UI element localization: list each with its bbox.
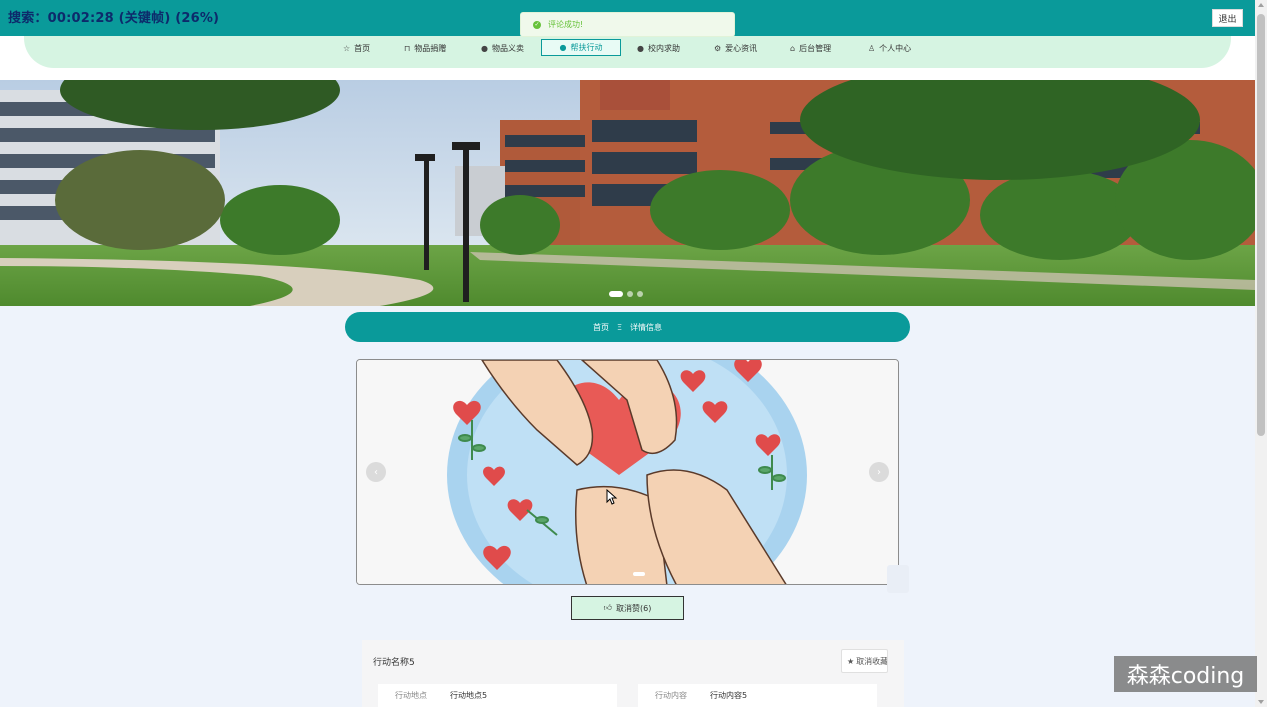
scroll-thumb[interactable] [1257, 14, 1265, 436]
banner-dot[interactable] [637, 291, 643, 297]
field-content: 行动内容 行动内容5 [638, 684, 877, 707]
thumb-up-icon: 👍︎ [603, 603, 613, 612]
star-icon: ★ [847, 656, 855, 666]
recording-title: 搜索：00:02:28 (关键帧) (26%) [8, 11, 220, 26]
charity-hands-image [357, 360, 898, 584]
carousel-next-button[interactable]: › [869, 462, 889, 482]
info-icon: ● [481, 44, 488, 53]
nav-item-home[interactable]: ☆ 首页 [343, 40, 370, 57]
nav-bar: ☆ 首页 ⊓ 物品捐赠 ● 物品义卖 ● 帮扶行动 ● 校内求助 ⚙ 爱心资讯 … [24, 36, 1231, 68]
scroll-up-icon[interactable] [1258, 3, 1264, 7]
mouse-cursor-icon [606, 489, 618, 505]
field-value: 行动内容5 [710, 691, 748, 700]
banner-dot[interactable] [609, 291, 623, 297]
banner-dot[interactable] [627, 291, 633, 297]
field-value: 行动地点5 [450, 691, 488, 700]
action-title: 行动名称5 [373, 658, 415, 668]
nav-item-charity-sale[interactable]: ● 物品义卖 [481, 40, 524, 57]
carousel-indicator[interactable] [633, 572, 645, 576]
user-icon: ♙ [868, 44, 876, 53]
breadcrumb-current: 详情信息 [630, 322, 663, 332]
nav-item-donation[interactable]: ⊓ 物品捐赠 [404, 40, 446, 57]
nav-wrapper: ☆ 首页 ⊓ 物品捐赠 ● 物品义卖 ● 帮扶行动 ● 校内求助 ⚙ 爱心资讯 … [0, 36, 1255, 80]
hero-banner[interactable] [0, 80, 1255, 306]
check-circle-icon: ✓ [533, 20, 541, 29]
nav-item-admin[interactable]: ⌂ 后台管理 [790, 40, 831, 57]
gear-icon: ⚙ [714, 44, 722, 53]
scroll-down-icon[interactable] [1258, 700, 1264, 704]
unfavorite-button[interactable]: ★ 取消收藏 [841, 649, 888, 673]
logout-button[interactable]: 退出 [1212, 9, 1243, 27]
field-label: 行动内容 [655, 691, 687, 700]
bag-icon: ⊓ [404, 44, 411, 53]
star-outline-icon: ☆ [343, 44, 351, 53]
carousel-prev-button[interactable]: ‹ [366, 462, 386, 482]
toast-message: 评论成功! [548, 20, 584, 29]
store-icon: ⌂ [790, 44, 796, 53]
campus-photo [0, 80, 1255, 306]
info-icon: ● [637, 44, 644, 53]
nav-item-personal-center[interactable]: ♙ 个人中心 [868, 40, 911, 57]
side-tab [887, 565, 909, 593]
detail-info-card: 行动名称5 ★ 取消收藏 行动地点 行动地点5 行动内容 行动内容5 [362, 640, 904, 707]
question-icon: ● [559, 43, 567, 52]
field-label: 行动地点 [395, 691, 427, 700]
banner-indicators [609, 291, 643, 297]
nav-item-campus-help[interactable]: ● 校内求助 [637, 40, 680, 57]
page-scrollbar[interactable] [1255, 0, 1267, 707]
success-toast: ✓ 评论成功! [520, 12, 735, 37]
breadcrumb-separator: Ξ [616, 322, 623, 332]
field-location: 行动地点 行动地点5 [378, 684, 617, 707]
nav-item-help-action[interactable]: ● 帮扶行动 [541, 39, 621, 56]
breadcrumb-home[interactable]: 首页 [593, 322, 609, 333]
watermark: 森森coding [1114, 656, 1257, 692]
detail-image-carousel[interactable]: ‹ › [356, 359, 899, 585]
unlike-button[interactable]: 👍︎ 取消赞(6) [571, 596, 684, 620]
nav-item-charity-news[interactable]: ⚙ 爱心资讯 [714, 40, 757, 57]
breadcrumb: 首页 Ξ 详情信息 [345, 312, 910, 342]
